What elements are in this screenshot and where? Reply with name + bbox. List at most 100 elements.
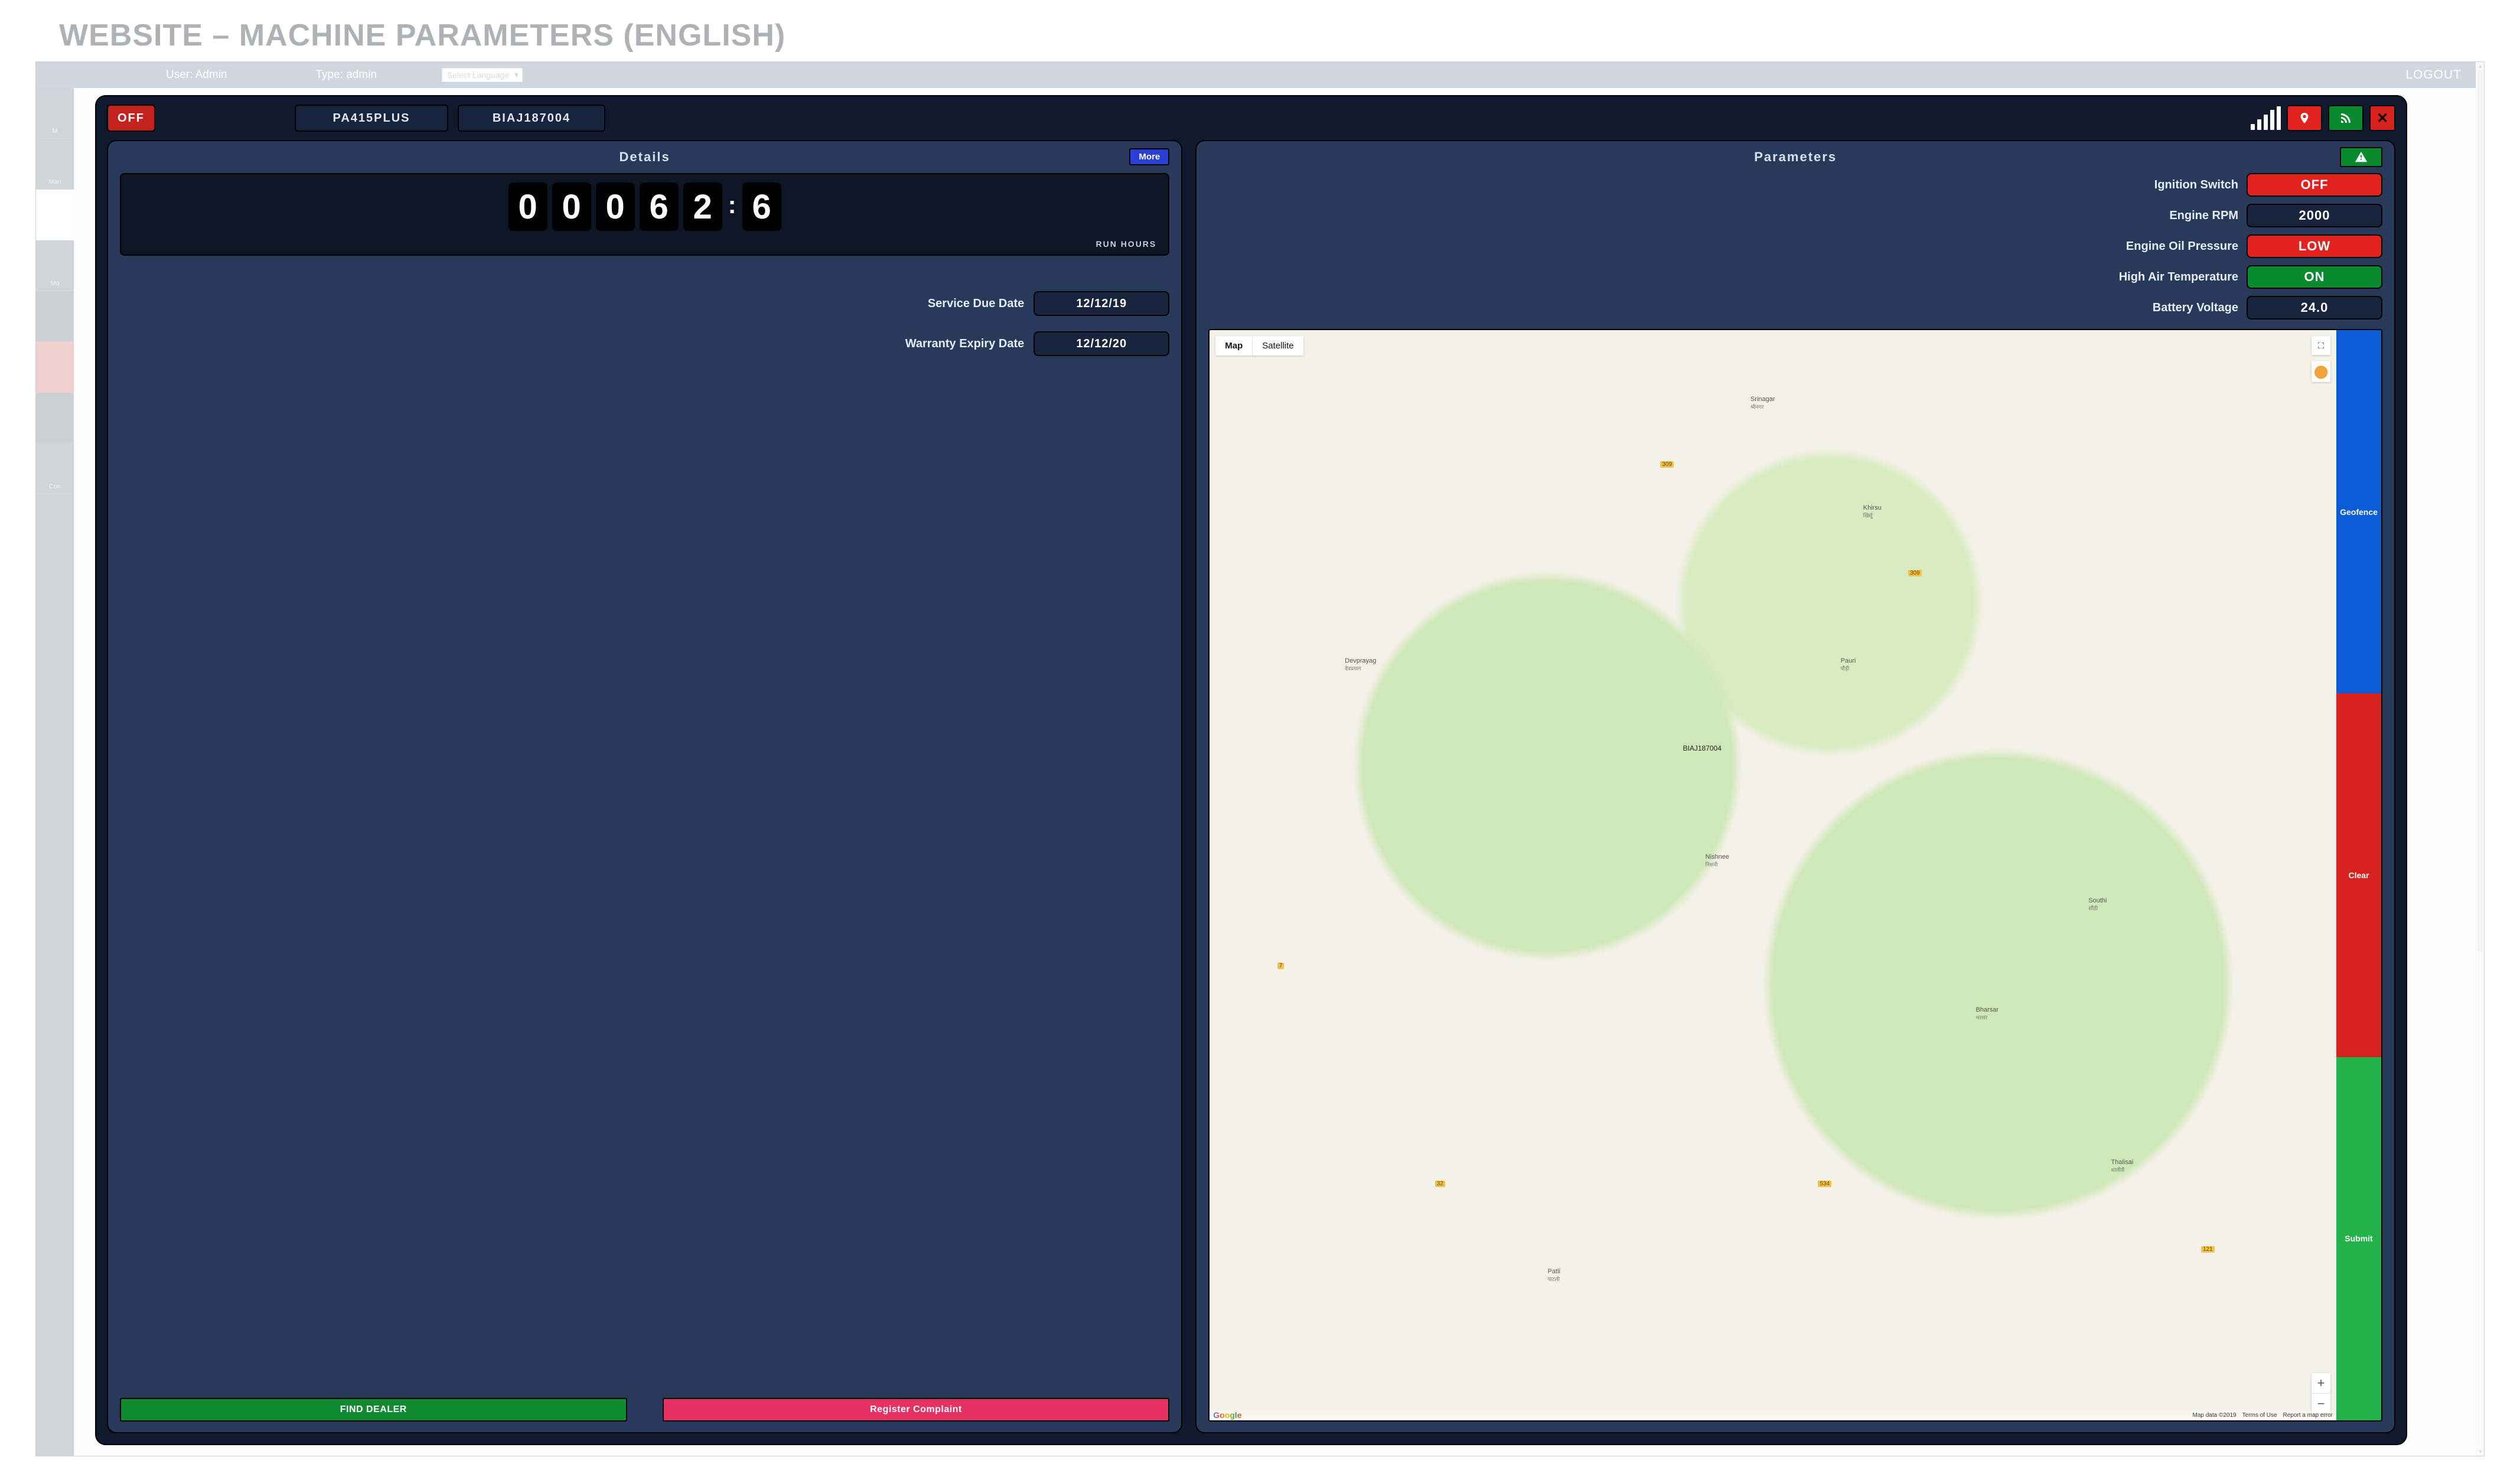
odo-separator: :	[727, 191, 738, 223]
left-nav-rail: M Man Mo Con	[36, 88, 74, 1456]
rail-item[interactable]	[36, 291, 74, 342]
call-button[interactable]	[2328, 105, 2363, 131]
map-type-map[interactable]: Map	[1215, 336, 1252, 356]
parameter-list: Ignition Switch OFF Engine RPM2000 Engine O…	[1208, 173, 2382, 327]
map-copyright: Map data ©2019	[2193, 1412, 2237, 1419]
map-attribution: Google Map data ©2019 Terms of Use Repor…	[1210, 1410, 2336, 1420]
odo-digit: 6	[742, 182, 781, 231]
parameter-label: Ignition Switch	[2154, 178, 2238, 192]
map-place-label: Southiसौंठी	[2088, 897, 2107, 912]
app-topbar: User: Admin Type: admin Select Language …	[36, 62, 2476, 88]
map-zoom-in[interactable]: +	[2312, 1373, 2330, 1393]
rail-item[interactable]: Man	[36, 139, 74, 190]
map-side-buttons: Geofence Clear Submit	[2336, 330, 2381, 1420]
alerts-button[interactable]	[2340, 147, 2382, 167]
satellite-icon	[2339, 111, 2353, 125]
map-road-badge: 7	[1277, 963, 1285, 969]
submit-button[interactable]: Submit	[2336, 1057, 2381, 1420]
map-report-link[interactable]: Report a map error	[2283, 1412, 2333, 1419]
map-pin-icon	[2298, 112, 2311, 125]
logout-button[interactable]: LOGOUT	[2405, 68, 2462, 82]
parameter-label: High Air Temperature	[2119, 270, 2238, 284]
parameter-value: ON	[2247, 265, 2382, 289]
rail-item[interactable]	[36, 393, 74, 444]
parameter-label: Battery Voltage	[2153, 301, 2238, 315]
odo-digit: 0	[596, 182, 635, 231]
map-zoom-controls: + −	[2312, 1373, 2330, 1413]
language-select[interactable]: Select Language	[442, 68, 523, 82]
service-due-label: Service Due Date	[928, 297, 1024, 311]
parameters-title: Parameters	[1754, 149, 1837, 165]
odo-digit: 0	[508, 182, 547, 231]
map-container: Map Satellite ⛶ ⬤ + −	[1208, 329, 2382, 1422]
warranty-expiry-value: 12/12/20	[1034, 331, 1169, 356]
parameters-panel: Parameters Ignition Switch OFF Engine RPM2…	[1195, 140, 2395, 1433]
model-chip: PA415PLUS	[295, 105, 448, 132]
geofence-button[interactable]: Geofence	[2336, 330, 2381, 693]
parameter-value: 24.0	[2247, 296, 2382, 320]
parameter-row: Engine RPM2000	[1208, 204, 2382, 227]
fullscreen-icon: ⛶	[2318, 341, 2324, 351]
close-button[interactable]: ✕	[2369, 105, 2395, 131]
parameter-row: High Air Temperature ON	[1208, 265, 2382, 289]
rail-item[interactable]	[36, 190, 74, 240]
rail-item[interactable]: Con	[36, 444, 74, 494]
odo-digit: 6	[640, 182, 679, 231]
map-canvas[interactable]: Map Satellite ⛶ ⬤ + −	[1210, 330, 2336, 1420]
run-hours-odometer: 0 0 0 6 2 : 6 RUN HOURS	[120, 173, 1169, 256]
map-road-badge: 309	[1908, 570, 1922, 576]
machine-status-badge: OFF	[107, 105, 155, 132]
rail-item[interactable]: Mo	[36, 240, 74, 291]
parameter-value: LOW	[2247, 234, 2382, 258]
map-type-toggle[interactable]: Map Satellite	[1215, 336, 1303, 356]
slide-title: WEBSITE – MACHINE PARAMETERS (ENGLISH)	[59, 18, 2485, 53]
clear-button[interactable]: Clear	[2336, 693, 2381, 1057]
serial-chip: BIAJ187004	[458, 105, 605, 132]
parameter-value: OFF	[2247, 173, 2382, 197]
rail-item[interactable]: M	[36, 88, 74, 139]
parameter-value: 2000	[2247, 204, 2382, 227]
map-road-badge: 121	[2201, 1246, 2215, 1253]
odo-digit: 0	[552, 182, 591, 231]
browser-window: User: Admin Type: admin Select Language …	[35, 61, 2485, 1456]
find-dealer-button[interactable]: FIND DEALER	[120, 1398, 627, 1422]
scroll-up-icon[interactable]: ▲	[2476, 62, 2485, 70]
warranty-expiry-label: Warranty Expiry Date	[905, 337, 1025, 351]
map-place-label: Devprayagदेवप्रयाग	[1345, 657, 1376, 672]
map-place-label: Pauriपौड़ी	[1841, 657, 1856, 672]
map-place-label: Thalisaiथालीसैं	[2111, 1159, 2133, 1173]
topbar-type: Type: admin	[315, 69, 377, 82]
map-road-badge: 32	[1435, 1181, 1445, 1187]
parameter-row: Engine Oil Pressure LOW	[1208, 234, 2382, 258]
map-type-satellite[interactable]: Satellite	[1252, 336, 1303, 356]
map-machine-marker[interactable]: BIAJ187004	[1683, 744, 1722, 752]
close-icon: ✕	[2376, 110, 2388, 127]
more-button[interactable]: More	[1129, 148, 1169, 165]
topbar-user: User: Admin	[166, 69, 227, 82]
register-complaint-button[interactable]: Register Complaint	[663, 1398, 1170, 1422]
pegman-icon: ⬤	[2314, 364, 2329, 379]
map-fullscreen-button[interactable]: ⛶	[2312, 336, 2330, 355]
map-terms-link[interactable]: Terms of Use	[2242, 1412, 2277, 1419]
details-panel: Details More 0 0 0 6 2 : 6 RU	[107, 140, 1182, 1433]
parameter-label: Engine Oil Pressure	[2126, 240, 2238, 253]
map-road-badge: 534	[1818, 1181, 1831, 1187]
service-due-value: 12/12/19	[1034, 291, 1169, 316]
dashboard-header: OFF PA415PLUS BIAJ187004 ✕	[107, 105, 2395, 132]
machine-dashboard: OFF PA415PLUS BIAJ187004 ✕	[95, 95, 2407, 1445]
scroll-down-icon[interactable]: ▼	[2476, 1448, 2485, 1456]
rail-item[interactable]	[36, 342, 74, 393]
vertical-scrollbar[interactable]: ▲ ▼	[2476, 62, 2484, 1456]
map-pegman[interactable]: ⬤	[2312, 361, 2330, 382]
map-place-label: Srinagarश्रीनगर	[1750, 396, 1775, 410]
locate-button[interactable]	[2287, 105, 2322, 131]
parameter-row: Ignition Switch OFF	[1208, 173, 2382, 197]
map-place-label: Patliपाटली	[1548, 1268, 1560, 1283]
warning-icon	[2355, 151, 2368, 164]
map-road-badge: 309	[1660, 461, 1674, 468]
parameter-row: Battery Voltage 24.0	[1208, 296, 2382, 320]
details-title: Details	[620, 149, 670, 165]
odo-digit: 2	[683, 182, 722, 231]
google-logo: Google	[1213, 1410, 1241, 1420]
scroll-thumb[interactable]	[2477, 70, 2483, 951]
